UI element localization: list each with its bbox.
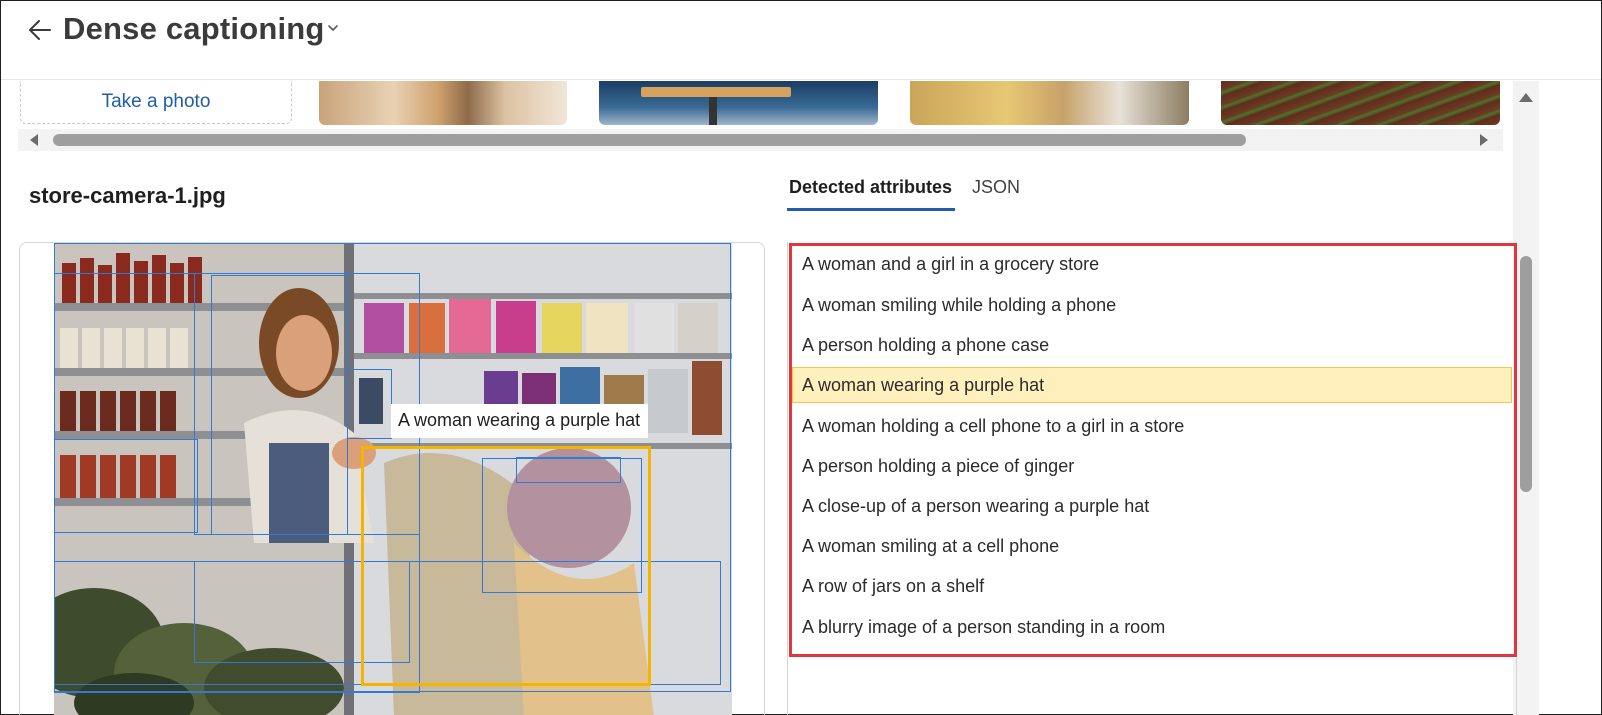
- sample-thumbnail[interactable]: [910, 81, 1189, 125]
- scroll-up-icon[interactable]: [1519, 93, 1533, 102]
- header-divider: [1, 79, 1601, 80]
- back-button[interactable]: [25, 15, 55, 45]
- list-item[interactable]: A woman and a girl in a grocery store: [792, 246, 1512, 282]
- list-item[interactable]: A row of jars on a shelf: [792, 568, 1512, 604]
- file-name: store-camera-1.jpg: [29, 183, 226, 208]
- gallery-scrollbar[interactable]: [18, 129, 1503, 151]
- page-title: Dense captioning: [63, 11, 325, 46]
- list-item[interactable]: A person holding a phone case: [792, 327, 1512, 363]
- tab-json[interactable]: JSON: [972, 177, 1020, 211]
- selected-bounding-box[interactable]: [361, 446, 651, 686]
- chevron-down-icon[interactable]: [327, 23, 339, 33]
- take-photo-button[interactable]: Take a photo: [20, 81, 292, 124]
- app-window: Dense captioning Take a photo store-came…: [0, 0, 1602, 715]
- list-item[interactable]: A person holding a piece of ginger: [792, 448, 1512, 484]
- tab-label: JSON: [972, 177, 1021, 197]
- sample-thumbnail[interactable]: [319, 81, 567, 125]
- sample-thumbnail[interactable]: [599, 81, 878, 125]
- list-item[interactable]: A woman smiling while holding a phone: [792, 287, 1512, 323]
- scroll-left-icon[interactable]: [30, 134, 38, 146]
- list-item-selected[interactable]: A woman wearing a purple hat: [792, 367, 1512, 403]
- tab-detected-attributes[interactable]: Detected attributes: [787, 177, 955, 211]
- analyzed-image[interactable]: A woman wearing a purple hat: [54, 243, 732, 715]
- sample-thumbnail[interactable]: [1221, 81, 1500, 125]
- list-item[interactable]: A woman smiling at a cell phone: [792, 528, 1512, 564]
- active-tab-indicator: [787, 208, 955, 211]
- arrow-left-icon: [29, 20, 51, 40]
- list-item[interactable]: A close-up of a person wearing a purple …: [792, 488, 1512, 524]
- scrollbar-thumb[interactable]: [53, 134, 1246, 146]
- image-card: A woman wearing a purple hat: [19, 242, 765, 715]
- page-header: Dense captioning: [1, 1, 1601, 79]
- scrollbar-thumb[interactable]: [1520, 256, 1532, 492]
- list-item[interactable]: A blurry image of a person standing in a…: [792, 609, 1512, 645]
- scroll-right-icon[interactable]: [1480, 134, 1488, 146]
- bounding-box-caption: A woman wearing a purple hat: [391, 404, 649, 438]
- list-item[interactable]: A woman holding a cell phone to a girl i…: [792, 408, 1512, 444]
- tab-label: Detected attributes: [789, 177, 953, 197]
